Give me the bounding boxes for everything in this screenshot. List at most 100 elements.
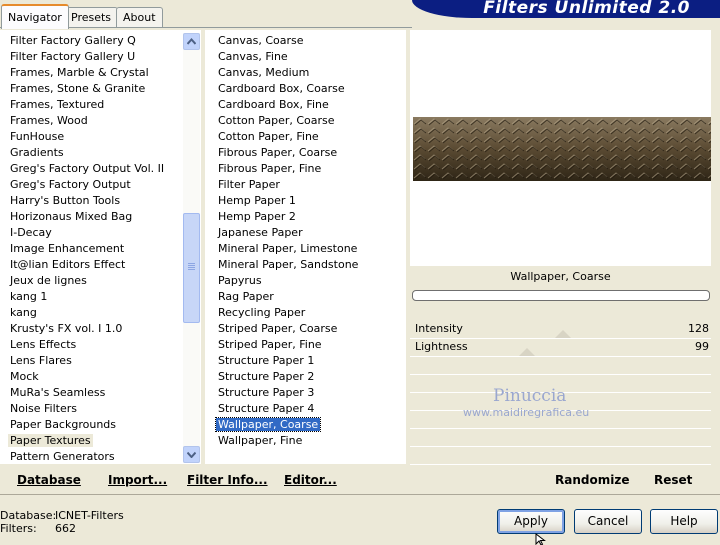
filter-item[interactable]: Filter Paper	[218, 177, 280, 193]
category-item[interactable]: Frames, Stone & Granite	[10, 81, 145, 97]
category-item[interactable]: It@lian Editors Effect	[10, 257, 125, 273]
scroll-thumb[interactable]	[183, 213, 200, 323]
tab-navigator[interactable]: Navigator	[1, 4, 69, 29]
filter-item[interactable]: Canvas, Medium	[218, 65, 309, 81]
category-item[interactable]: Frames, Textured	[10, 97, 104, 113]
tab-about[interactable]: About	[116, 7, 163, 27]
import-link[interactable]: Import...	[108, 473, 167, 487]
category-item[interactable]: Filter Factory Gallery Q	[10, 33, 136, 49]
watermark-name: Pinuccia	[493, 386, 567, 406]
scroll-down-button[interactable]	[183, 446, 200, 463]
filter-item[interactable]: Cardboard Box, Coarse	[218, 81, 345, 97]
filter-item[interactable]: Structure Paper 2	[218, 369, 314, 385]
filter-item[interactable]: Mineral Paper, Sandstone	[218, 257, 358, 273]
filter-item[interactable]: Japanese Paper	[218, 225, 303, 241]
category-item[interactable]: Horizonaus Mixed Bag	[10, 209, 132, 225]
category-item[interactable]: kang 1	[10, 289, 47, 305]
filter-item-label: Wallpaper, Fine	[218, 434, 303, 447]
filter-item-label: Papyrus	[218, 274, 262, 287]
filter-info-link[interactable]: Filter Info...	[187, 473, 268, 487]
filter-item[interactable]: Rag Paper	[218, 289, 274, 305]
filter-item[interactable]: Fibrous Paper, Fine	[218, 161, 321, 177]
category-item[interactable]: Krusty's FX vol. I 1.0	[10, 321, 122, 337]
category-item[interactable]: Mock	[10, 369, 39, 385]
filter-item[interactable]: Structure Paper 4	[218, 401, 314, 417]
help-button[interactable]: Help	[650, 509, 718, 534]
filter-item-label: Japanese Paper	[218, 226, 303, 239]
filter-item[interactable]: Papyrus	[218, 273, 262, 289]
editor-link[interactable]: Editor...	[284, 473, 337, 487]
category-item-label: Paper Textures	[8, 434, 93, 447]
category-item[interactable]: Frames, Wood	[10, 113, 88, 129]
filter-item-label: Hemp Paper 2	[218, 210, 296, 223]
category-item-label: Frames, Wood	[10, 114, 88, 127]
category-item[interactable]: I-Decay	[10, 225, 52, 241]
filter-item-label: Cardboard Box, Coarse	[218, 82, 345, 95]
category-scrollbar[interactable]	[183, 33, 200, 463]
category-item-label: kang 1	[10, 290, 48, 303]
empty-control-row	[410, 429, 711, 447]
filter-item[interactable]: Canvas, Fine	[218, 49, 288, 65]
category-item[interactable]: Gradients	[10, 145, 64, 161]
category-item[interactable]: Pattern Generators	[10, 449, 115, 465]
category-item[interactable]: MuRa's Seamless	[10, 385, 105, 401]
filter-item[interactable]: Striped Paper, Fine	[218, 337, 322, 353]
database-info: Database: ICNET-Filters	[0, 509, 124, 522]
lightness-thumb[interactable]	[519, 348, 535, 356]
category-item[interactable]: Lens Effects	[10, 337, 76, 353]
apply-button[interactable]: Apply	[497, 509, 565, 534]
category-item-label: Paper Backgrounds	[10, 418, 117, 431]
filter-item[interactable]: Wallpaper, Coarse	[214, 417, 322, 433]
filter-item[interactable]: Hemp Paper 1	[218, 193, 296, 209]
category-item[interactable]: Image Enhancement	[10, 241, 124, 257]
empty-control-row	[410, 357, 711, 375]
category-item[interactable]: Jeux de lignes	[10, 273, 87, 289]
filter-item[interactable]: Recycling Paper	[218, 305, 305, 321]
category-item[interactable]: Paper Backgrounds	[10, 417, 116, 433]
bottom-separator	[0, 494, 720, 495]
category-item-label: Image Enhancement	[10, 242, 125, 255]
category-item-label: Noise Filters	[10, 402, 77, 415]
mouse-cursor-icon	[535, 533, 546, 545]
filter-item[interactable]: Cotton Paper, Coarse	[218, 113, 335, 129]
cancel-button[interactable]: Cancel	[574, 509, 642, 534]
category-item[interactable]: Paper Textures	[8, 433, 93, 449]
intensity-slider[interactable]: Intensity 128	[410, 321, 711, 339]
category-item[interactable]: Greg's Factory Output Vol. II	[10, 161, 164, 177]
reset-link[interactable]: Reset	[654, 473, 692, 487]
lightness-slider[interactable]: Lightness 99	[410, 339, 711, 357]
tab-presets[interactable]: Presets	[64, 7, 119, 27]
filter-item[interactable]: Canvas, Coarse	[218, 33, 304, 49]
filter-item[interactable]: Wallpaper, Fine	[218, 433, 302, 449]
title-banner: Filters Unlimited 2.0	[412, 0, 720, 18]
database-link[interactable]: Database	[17, 473, 81, 487]
category-item[interactable]: Frames, Marble & Crystal	[10, 65, 149, 81]
category-item[interactable]: Greg's Factory Output	[10, 177, 131, 193]
filter-item-label: Striped Paper, Coarse	[218, 322, 338, 335]
intensity-thumb[interactable]	[555, 330, 571, 338]
filter-item[interactable]: Cotton Paper, Fine	[218, 129, 319, 145]
filter-item[interactable]: Fibrous Paper, Coarse	[218, 145, 337, 161]
filter-item-label: Canvas, Coarse	[218, 34, 304, 47]
filter-item-label: Structure Paper 3	[218, 386, 315, 399]
grip-line	[188, 269, 195, 270]
filter-item[interactable]: Mineral Paper, Limestone	[218, 241, 357, 257]
category-item[interactable]: kang	[10, 305, 37, 321]
randomize-link[interactable]: Randomize	[555, 473, 629, 487]
filter-item[interactable]: Structure Paper 3	[218, 385, 314, 401]
filter-item[interactable]: Hemp Paper 2	[218, 209, 296, 225]
category-item-label: Frames, Stone & Granite	[10, 82, 146, 95]
chevron-up-icon	[187, 38, 196, 45]
category-item[interactable]: Lens Flares	[10, 353, 72, 369]
category-item-label: It@lian Editors Effect	[10, 258, 126, 271]
category-item[interactable]: Filter Factory Gallery U	[10, 49, 135, 65]
filter-item[interactable]: Structure Paper 1	[218, 353, 314, 369]
filter-item-label: Canvas, Medium	[218, 66, 310, 79]
category-item[interactable]: FunHouse	[10, 129, 64, 145]
scroll-up-button[interactable]	[183, 33, 200, 50]
filter-item[interactable]: Striped Paper, Coarse	[218, 321, 337, 337]
filter-item[interactable]: Cardboard Box, Fine	[218, 97, 329, 113]
intensity-label: Intensity	[415, 322, 463, 335]
category-item[interactable]: Noise Filters	[10, 401, 77, 417]
category-item[interactable]: Harry's Button Tools	[10, 193, 120, 209]
